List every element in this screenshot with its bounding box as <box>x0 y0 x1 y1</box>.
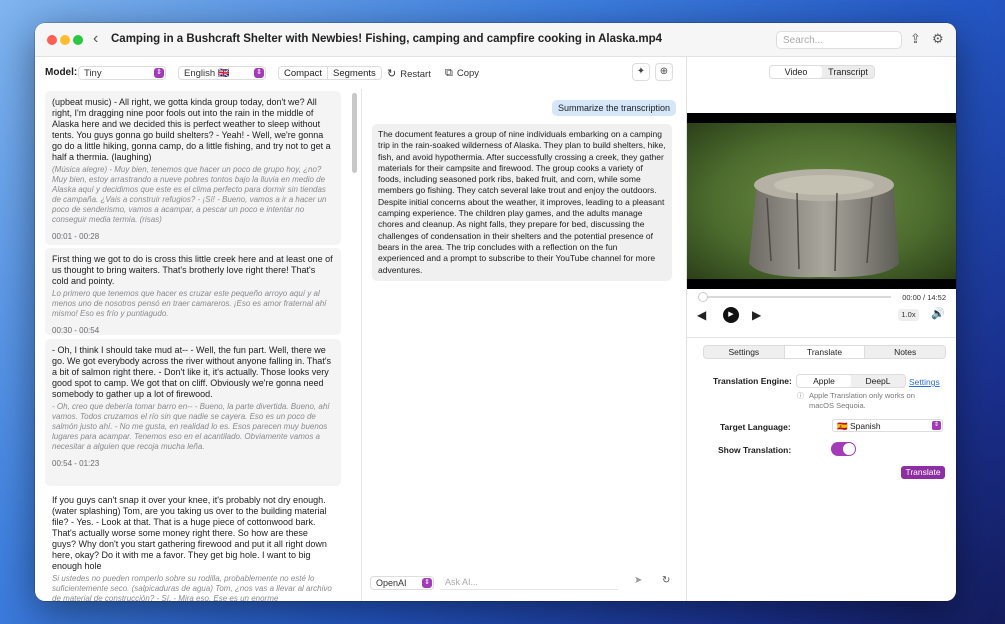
zoom-window-button[interactable] <box>73 35 83 45</box>
title-bar: ‹ Camping in a Bushcraft Shelter with Ne… <box>35 23 956 57</box>
window-title: Camping in a Bushcraft Shelter with Newb… <box>111 33 663 45</box>
view-mode-segmented: Compact Segments <box>278 66 382 80</box>
gear-icon[interactable]: ⚙ <box>932 31 944 47</box>
segment-card[interactable]: - Oh, I think I should take mud at-- - W… <box>45 339 341 486</box>
send-icon[interactable]: ➤ <box>634 575 642 586</box>
tab-notes[interactable]: Notes <box>865 346 945 358</box>
divider <box>687 337 956 338</box>
segment-timestamp: 00:54 - 01:23 <box>52 459 100 468</box>
segment-card[interactable]: If you guys can't snap it over your knee… <box>45 489 341 601</box>
tab-video[interactable]: Video <box>770 66 822 78</box>
segment-text: First thing we got to do is cross this l… <box>52 254 333 286</box>
target-language-value: 🇪🇸 Spanish <box>837 421 881 431</box>
view-mode-segments[interactable]: Segments <box>327 67 381 79</box>
close-window-button[interactable] <box>47 35 57 45</box>
target-language-label: Target Language: <box>720 422 791 432</box>
segment-card[interactable]: (upbeat music) - All right, we gotta kin… <box>45 91 341 245</box>
playback-time: 00:00 / 14:52 <box>902 293 946 302</box>
media-panel: Video Transcript 00:00 / 14:52 ◀ ▶ ▶ 1.0… <box>686 57 956 601</box>
back-chevron-icon[interactable]: ‹ <box>93 30 98 48</box>
settings-link[interactable]: Settings <box>909 377 940 387</box>
segment-translation: - Oh, creo que debería tomar barro en-- … <box>52 402 330 451</box>
ai-response: The document features a group of nine in… <box>372 124 672 281</box>
view-mode-compact[interactable]: Compact <box>279 67 327 79</box>
chevron-updown-icon: ⇕ <box>422 578 432 588</box>
chevron-updown-icon: ⇕ <box>932 421 941 430</box>
tab-translate[interactable]: Translate <box>783 346 866 358</box>
translate-button[interactable]: Translate <box>901 466 945 479</box>
segment-translation: Si ustedes no pueden romperlo sobre su r… <box>52 574 332 601</box>
copy-label: Copy <box>456 68 480 79</box>
minimize-window-button[interactable] <box>60 35 70 45</box>
playback-progress-bar[interactable] <box>703 296 891 298</box>
scrollbar-thumb[interactable] <box>352 93 357 173</box>
show-translation-label: Show Translation: <box>718 445 792 455</box>
model-select-value: Tiny <box>84 68 102 79</box>
playback-speed-button[interactable]: 1.0x <box>898 309 919 321</box>
transcript-segments-list: (upbeat music) - All right, we gotta kin… <box>35 89 355 601</box>
video-thumbnail <box>687 113 956 289</box>
info-icon: ⓘ <box>797 393 804 400</box>
ai-provider-value: OpenAI <box>376 578 407 588</box>
segment-timestamp: 00:01 - 00:28 <box>52 232 100 241</box>
restart-label: Restart <box>400 69 431 80</box>
segment-text: (upbeat music) - All right, we gotta kin… <box>52 97 331 162</box>
play-button[interactable]: ▶ <box>723 307 739 323</box>
copy-button[interactable]: ⧉ Copy <box>445 67 479 80</box>
segment-translation: Lo primero que tenemos que hacer es cruz… <box>52 289 327 318</box>
tab-settings[interactable]: Settings <box>704 346 784 358</box>
search-input[interactable]: Search... <box>776 31 902 49</box>
chevron-updown-icon: ⇕ <box>254 68 264 78</box>
translation-engine-label: Translation Engine: <box>713 376 792 386</box>
ai-provider-select[interactable]: OpenAI ⇕ <box>370 576 434 590</box>
model-label: Model: <box>45 67 78 78</box>
language-select[interactable]: English 🇬🇧 ⇕ <box>178 66 266 80</box>
show-translation-toggle[interactable] <box>831 442 856 456</box>
user-message: Summarize the transcription <box>551 100 676 116</box>
transcript-toolbar: Model: Tiny ⇕ English 🇬🇧 ⇕ Compact Segme… <box>35 57 686 89</box>
segment-translation: (Música alegre) - Muy bien, tenemos que … <box>52 165 327 224</box>
segment-text: - Oh, I think I should take mud at-- - W… <box>52 345 332 399</box>
video-frame[interactable] <box>687 113 956 289</box>
settings-tabs: Settings Translate Notes <box>703 345 946 359</box>
volume-icon[interactable]: 🔊 <box>931 307 945 320</box>
segment-timestamp: 00:30 - 00:54 <box>52 326 100 335</box>
refresh-icon[interactable]: ↻ <box>662 575 670 586</box>
video-transcript-toggle: Video Transcript <box>769 65 875 79</box>
copy-icon: ⧉ <box>445 67 453 79</box>
chevron-updown-icon: ⇕ <box>154 68 164 78</box>
sparkle-icon[interactable]: ✦ <box>632 63 650 81</box>
ai-chat-panel: Summarize the transcription The document… <box>361 89 686 601</box>
engine-apple[interactable]: Apple <box>797 375 851 387</box>
segment-text: If you guys can't snap it over your knee… <box>52 495 327 571</box>
segment-card[interactable]: First thing we got to do is cross this l… <box>45 248 341 335</box>
skip-forward-icon[interactable]: ▶ <box>752 308 761 322</box>
tab-transcript[interactable]: Transcript <box>822 66 874 78</box>
skip-back-icon[interactable]: ◀ <box>697 308 706 322</box>
app-window: ‹ Camping in a Bushcraft Shelter with Ne… <box>35 23 956 601</box>
model-select[interactable]: Tiny ⇕ <box>78 66 166 80</box>
crosshair-icon[interactable]: ⊕ <box>655 63 673 81</box>
engine-deepl[interactable]: DeepL <box>851 375 905 387</box>
ask-ai-input[interactable]: Ask AI... <box>440 576 618 590</box>
chat-input-bar: OpenAI ⇕ Ask AI... ➤ ↻ <box>362 570 687 598</box>
share-icon[interactable]: ⇪ <box>910 31 921 47</box>
target-language-select[interactable]: 🇪🇸 Spanish ⇕ <box>832 419 943 432</box>
restart-button[interactable]: ↻ Restart <box>387 67 431 80</box>
playback-scrubber[interactable] <box>698 292 708 302</box>
restart-icon: ↻ <box>387 68 397 80</box>
language-select-value: English 🇬🇧 <box>184 68 230 79</box>
translation-engine-segmented: Apple DeepL <box>796 374 906 388</box>
engine-note: Apple Translation only works on macOS Se… <box>809 391 915 410</box>
